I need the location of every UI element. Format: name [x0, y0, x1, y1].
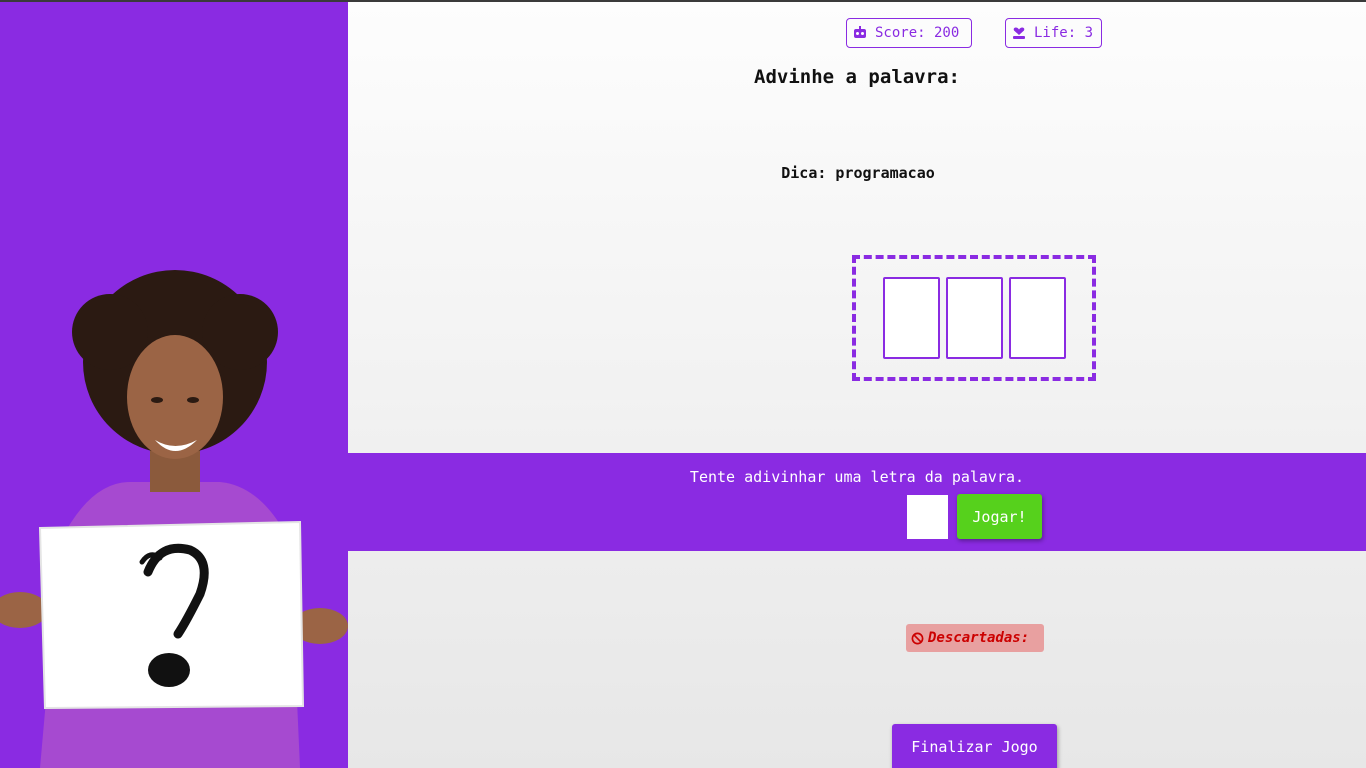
discarded-label: Descartadas: — [928, 630, 1030, 646]
game-area: Score: 200 Life: 3 Advinhe a palavra: Di… — [348, 2, 1366, 768]
score-label: Score: 200 — [875, 25, 960, 41]
letter-input[interactable] — [907, 495, 948, 539]
person-holding-sign-illustration — [0, 270, 348, 768]
play-button[interactable]: Jogar! — [957, 494, 1042, 539]
letter-slot — [1008, 277, 1066, 359]
letter-slot — [945, 277, 1003, 359]
ban-icon — [911, 632, 924, 644]
letter-slot — [882, 277, 940, 359]
hint-text: Dica: programacao — [348, 164, 1366, 182]
guess-prompt: Tente adivinhar uma letra da palavra. — [348, 468, 1366, 486]
robot-icon — [854, 26, 866, 38]
page-title: Advinhe a palavra: — [754, 66, 960, 88]
discarded-letters-badge: Descartadas: — [906, 624, 1044, 652]
life-badge: Life: 3 — [1005, 18, 1102, 48]
finish-game-button[interactable]: Finalizar Jogo — [892, 724, 1057, 768]
life-label: Life: 3 — [1034, 25, 1094, 41]
score-badge: Score: 200 — [846, 18, 972, 48]
word-slots-container — [852, 255, 1096, 381]
side-panel — [0, 2, 348, 768]
guess-prompt-label: Tente adivinhar uma letra da palavra. — [689, 468, 1025, 486]
guess-band: Tente adivinhar uma letra da palavra. Jo… — [348, 453, 1366, 551]
hint-label: Dica: programacao — [781, 164, 935, 182]
heart-person-icon — [1013, 27, 1025, 39]
